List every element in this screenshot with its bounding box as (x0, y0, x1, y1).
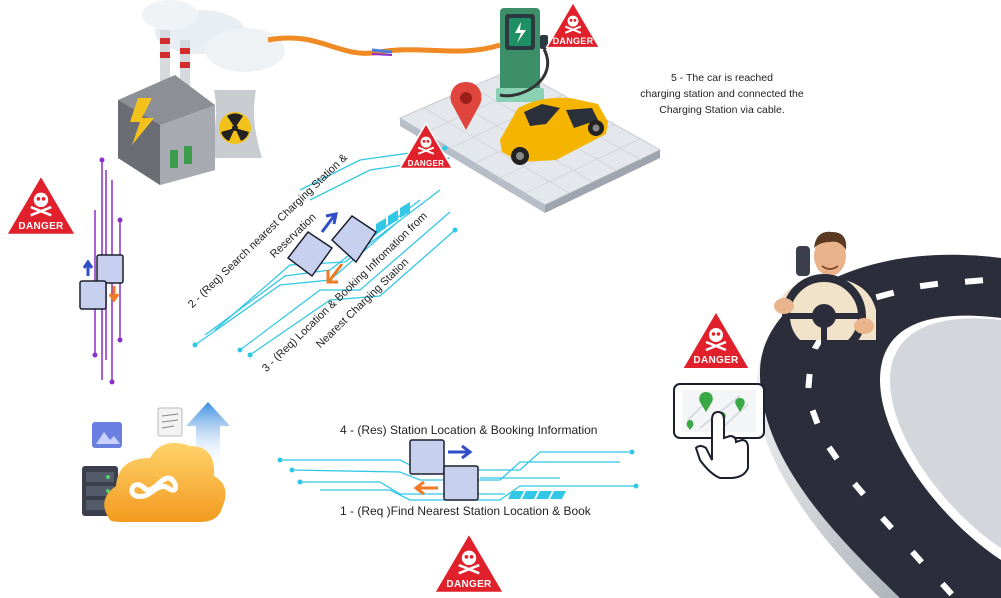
danger-sign-icon: DANGER (680, 308, 752, 372)
step5-line1: 5 - The car is reached (671, 72, 773, 84)
step1-text: 1 - (Req )Find Nearest Station Location … (340, 504, 591, 518)
document-exchange-icon (409, 439, 479, 501)
ev-charging-diagram: DANGER DANGER DANGER DANGER DANGER 5 - T… (0, 0, 1001, 598)
danger-label: DANGER (693, 355, 739, 366)
step5-line3: Charging Station via cable. (659, 104, 785, 116)
step5-line2: charging station and connected the (640, 88, 804, 100)
step4-text: 4 - (Res) Station Location & Booking Inf… (340, 423, 598, 437)
charging-station-area (398, 8, 662, 213)
danger-sign-icon: DANGER (398, 120, 454, 172)
cloud-server-icon (82, 402, 230, 522)
step5-text: 5 - The car is reached charging station … (622, 70, 822, 118)
document-exchange-icon (79, 254, 124, 310)
danger-label: DANGER (552, 36, 594, 46)
danger-label: DANGER (18, 221, 64, 232)
driver-icon (774, 231, 876, 358)
danger-sign-icon: DANGER (432, 530, 506, 596)
phone-map-icon (673, 383, 765, 479)
danger-label: DANGER (407, 159, 445, 168)
danger-label: DANGER (446, 579, 492, 590)
danger-sign-icon: DANGER (539, 0, 607, 50)
danger-sign-icon: DANGER (4, 172, 78, 238)
signal-bars-bottom (508, 491, 566, 499)
power-plant-icon (118, 0, 285, 185)
